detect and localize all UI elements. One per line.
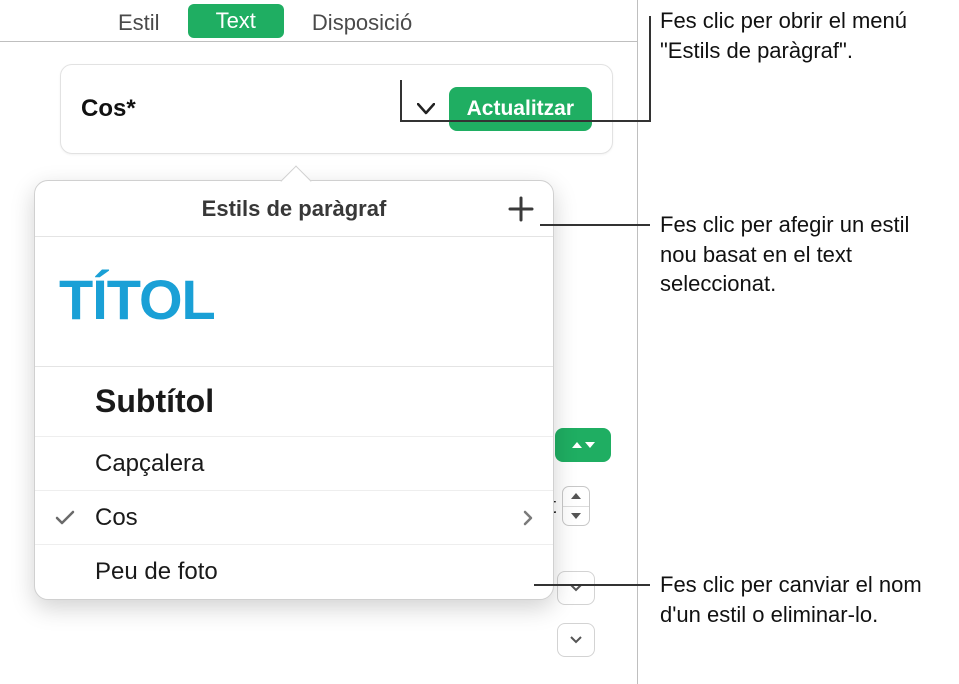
background-popup-2[interactable]	[557, 623, 595, 657]
paragraph-style-popup[interactable]: Cos*	[81, 95, 435, 123]
tab-text[interactable]: Text	[188, 4, 284, 38]
style-item-label: Peu de foto	[95, 558, 218, 586]
style-item-header[interactable]: Capçalera	[35, 437, 553, 491]
chevron-right-icon[interactable]	[523, 510, 533, 526]
leader-line	[401, 120, 650, 122]
inspector-tabs: Estil Text Disposició	[0, 0, 637, 42]
add-style-button[interactable]	[505, 193, 537, 225]
stepper-down[interactable]	[563, 506, 589, 526]
paragraph-styles-popover: Estils de paràgraf TÍTOL Subtítol Capçal…	[34, 180, 554, 600]
style-item-subtitle[interactable]: Subtítol	[35, 367, 553, 437]
leader-line	[534, 584, 650, 586]
style-item-label: Subtítol	[95, 383, 214, 420]
update-style-button[interactable]: Actualitzar	[449, 87, 592, 131]
paragraph-style-row: Cos* Actualitzar	[60, 64, 613, 154]
leader-line	[649, 16, 651, 122]
popover-header: Estils de paràgraf	[35, 181, 553, 237]
font-size-stepper: t	[550, 486, 590, 526]
style-item-title[interactable]: TÍTOL	[35, 237, 553, 367]
style-item-label: Capçalera	[95, 450, 204, 478]
checkmark-icon	[55, 510, 75, 526]
style-item-caption[interactable]: Peu de foto	[35, 545, 553, 599]
chevron-down-icon	[417, 103, 435, 115]
tab-layout[interactable]: Disposició	[284, 2, 440, 41]
current-style-label: Cos*	[81, 95, 136, 123]
stepper-control[interactable]	[562, 486, 590, 526]
stepper-up[interactable]	[563, 487, 589, 506]
popup-indicator-green[interactable]	[555, 428, 611, 462]
popover-title: Estils de paràgraf	[202, 196, 387, 222]
plus-icon	[505, 193, 537, 225]
panel-body: Cos* Actualitzar	[0, 42, 637, 154]
style-item-body[interactable]: Cos	[35, 491, 553, 545]
background-popup-1[interactable]	[557, 571, 595, 605]
leader-line	[540, 224, 650, 226]
leader-line	[400, 80, 402, 122]
callout-open-menu: Fes clic per obrir el menú "Estils de pa…	[660, 6, 950, 65]
callout-add-style: Fes clic per afegir un estil nou basat e…	[660, 210, 950, 299]
style-item-label: Cos	[95, 504, 138, 532]
callout-rename-delete: Fes clic per canviar el nom d'un estil o…	[660, 570, 950, 629]
title-preview-text: TÍTOL	[59, 268, 215, 331]
tab-style[interactable]: Estil	[90, 2, 188, 41]
